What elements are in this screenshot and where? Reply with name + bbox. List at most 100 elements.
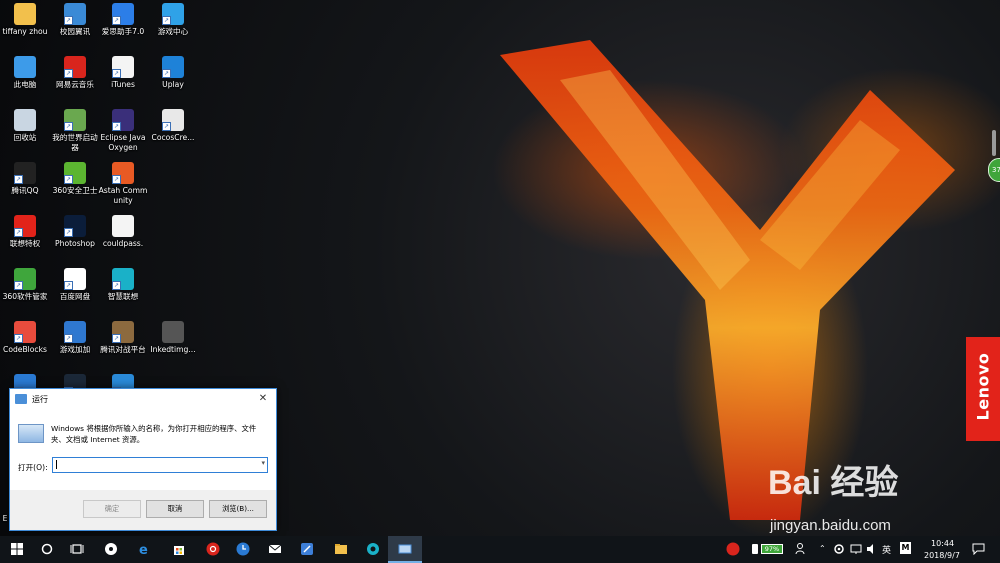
close-icon[interactable]: ✕ bbox=[256, 392, 270, 406]
cancel-button[interactable]: 取消 bbox=[146, 500, 204, 518]
shortcut-arrow-icon: ↗ bbox=[162, 122, 171, 131]
lenovo-logo-text: Lenovo bbox=[973, 352, 993, 421]
shortcut-arrow-icon: ↗ bbox=[14, 281, 23, 290]
people-icon[interactable] bbox=[795, 542, 808, 555]
desktop-icon[interactable]: ↗ 我的世界启动器 bbox=[50, 109, 100, 153]
netease-taskbar-icon bbox=[206, 542, 220, 556]
desktop-icon[interactable]: ↗ 腾讯对战平台 bbox=[98, 321, 148, 355]
settings-tray-icon[interactable] bbox=[833, 543, 845, 555]
desktop-icon[interactable]: ↗ 智慧联想 bbox=[98, 268, 148, 302]
shortcut-arrow-icon: ↗ bbox=[64, 281, 73, 290]
volume-icon[interactable] bbox=[866, 543, 878, 555]
open-input[interactable]: ▾ bbox=[52, 457, 268, 473]
task-view-icon bbox=[70, 544, 84, 554]
desktop-icon[interactable]: couldpass. bbox=[98, 215, 148, 249]
taskbar-file-explorer[interactable] bbox=[324, 536, 358, 563]
desktop-icon[interactable]: tiffany zhou bbox=[0, 3, 50, 37]
desktop-icon[interactable]: ↗ iTunes bbox=[98, 56, 148, 90]
shortcut-arrow-icon: ↗ bbox=[14, 228, 23, 237]
shortcut-arrow-icon: ↗ bbox=[112, 122, 121, 131]
watermark-url: jingyan.baidu.com bbox=[770, 517, 891, 534]
taskbar-feather-app[interactable] bbox=[290, 536, 324, 563]
desktop-icon[interactable]: ↗ 爱思助手7.0 bbox=[98, 3, 148, 37]
desktop-icon[interactable]: ↗ 游戏中心 bbox=[148, 3, 198, 37]
clock-date[interactable]: 2018/9/7 bbox=[924, 551, 960, 560]
network-icon[interactable] bbox=[850, 543, 862, 555]
desktop-icon[interactable]: ↗ 360软件管家 bbox=[0, 268, 50, 302]
clock-time[interactable]: 10:44 bbox=[931, 539, 954, 548]
desktop-icon[interactable]: ↗ Uplay bbox=[148, 56, 198, 90]
game-plus-icon: ↗ bbox=[64, 321, 86, 343]
desktop-icon-label: Photoshop bbox=[55, 239, 95, 248]
desktop-icon-label: tiffany zhou bbox=[2, 27, 48, 36]
desktop-icon[interactable]: ↗ 网易云音乐 bbox=[50, 56, 100, 90]
side-scroll-handle[interactable] bbox=[992, 130, 996, 156]
desktop-icon-label: CodeBlocks bbox=[3, 345, 47, 354]
desktop-icon[interactable]: ↗ 腾讯QQ bbox=[0, 162, 50, 196]
taskbar-run[interactable] bbox=[388, 536, 422, 563]
360-security-icon: ↗ bbox=[64, 162, 86, 184]
desktop[interactable]: tiffany zhou ↗ 校园翼讯 ↗ 爱思助手7.0 ↗ 游戏中心 此电脑 ↗ 网易云音乐 ↗… bbox=[0, 0, 1000, 536]
desktop-icon[interactable]: Inkedtimg... bbox=[148, 321, 198, 355]
shortcut-arrow-icon: ↗ bbox=[162, 69, 171, 78]
desktop-icon-label: CocosCre... bbox=[151, 133, 195, 142]
run-titlebar[interactable]: 运行 ✕ bbox=[10, 389, 276, 410]
desktop-icon-label: Astah Community bbox=[98, 186, 148, 205]
desktop-icon[interactable]: ↗ 百度网盘 bbox=[50, 268, 100, 302]
game-center-icon: ↗ bbox=[162, 3, 184, 25]
minecraft-launcher-icon: ↗ bbox=[64, 109, 86, 131]
desktop-icon[interactable]: ↗ Astah Community bbox=[98, 162, 148, 206]
desktop-icon-label: 我的世界启动器 bbox=[52, 133, 98, 152]
desktop-icon[interactable]: ↗ Photoshop bbox=[50, 215, 100, 249]
desktop-icon[interactable]: ↗ 游戏加加 bbox=[50, 321, 100, 355]
shortcut-arrow-icon: ↗ bbox=[112, 334, 121, 343]
taskbar-edge[interactable]: e bbox=[128, 536, 162, 563]
taskbar-fan-app[interactable] bbox=[94, 536, 128, 563]
battery-indicator[interactable]: 97% bbox=[761, 544, 783, 554]
qq-icon: ↗ bbox=[14, 162, 36, 184]
photoshop-icon: ↗ bbox=[64, 215, 86, 237]
file-explorer-icon bbox=[335, 544, 347, 554]
run-dialog[interactable]: 运行 ✕ Windows 将根据你所输入的名称，为你打开相应的程序、文件夹、文档… bbox=[9, 388, 277, 531]
taskbar-teal-app[interactable] bbox=[356, 536, 390, 563]
taskbar-store[interactable] bbox=[162, 536, 196, 563]
desktop-icon[interactable]: ↗ 360安全卫士 bbox=[50, 162, 100, 196]
svg-text:e: e bbox=[139, 543, 148, 556]
ok-button[interactable]: 确定 bbox=[83, 500, 141, 518]
start-button[interactable] bbox=[0, 536, 34, 563]
shortcut-arrow-icon: ↗ bbox=[64, 122, 73, 131]
baidu-netdisk-icon: ↗ bbox=[64, 268, 86, 290]
360-software-icon: ↗ bbox=[14, 268, 36, 290]
taskbar-netease[interactable] bbox=[196, 536, 230, 563]
desktop-icon[interactable]: 回收站 bbox=[0, 109, 50, 143]
chevron-up-icon[interactable]: ⌃ bbox=[819, 544, 826, 553]
desktop-icon[interactable]: ↗ CocosCre... bbox=[148, 109, 198, 143]
tray-netease-icon[interactable] bbox=[726, 542, 740, 556]
feather-app-icon bbox=[301, 543, 313, 555]
shortcut-arrow-icon: ↗ bbox=[14, 175, 23, 184]
shortcut-arrow-icon: ↗ bbox=[112, 69, 121, 78]
desktop-icon[interactable]: ↗ Eclipse Java Oxygen bbox=[98, 109, 148, 153]
shortcut-arrow-icon: ↗ bbox=[112, 281, 121, 290]
ime-mode-icon[interactable]: M bbox=[900, 542, 911, 554]
desktop-icon[interactable]: ↗ 联想特权 bbox=[0, 215, 50, 249]
ime-language[interactable]: 英 bbox=[882, 543, 891, 556]
desktop-icon-label: 此电脑 bbox=[13, 80, 37, 89]
action-center-icon[interactable] bbox=[972, 543, 985, 555]
watermark-main: Bai 经验 bbox=[768, 464, 899, 502]
taskbar: e 97% ⌃ 英 M 10:44 2018/9/7 bbox=[0, 536, 1000, 563]
campus-net-icon: ↗ bbox=[64, 3, 86, 25]
desktop-icon[interactable]: ↗ 校园翼讯 bbox=[50, 3, 100, 37]
cortana-icon bbox=[41, 543, 53, 555]
shortcut-arrow-icon: ↗ bbox=[14, 334, 23, 343]
cortana-button[interactable] bbox=[30, 536, 64, 563]
edge-icon: e bbox=[139, 543, 148, 556]
taskbar-clock-app[interactable] bbox=[226, 536, 260, 563]
task-view-button[interactable] bbox=[60, 536, 94, 563]
desktop-icon-label: 网易云音乐 bbox=[56, 80, 94, 89]
browse-button[interactable]: 浏览(B)... bbox=[209, 500, 267, 518]
taskbar-mail[interactable] bbox=[258, 536, 292, 563]
desktop-icon[interactable]: ↗ CodeBlocks bbox=[0, 321, 50, 355]
chevron-down-icon[interactable]: ▾ bbox=[261, 459, 265, 467]
desktop-icon[interactable]: 此电脑 bbox=[0, 56, 50, 90]
